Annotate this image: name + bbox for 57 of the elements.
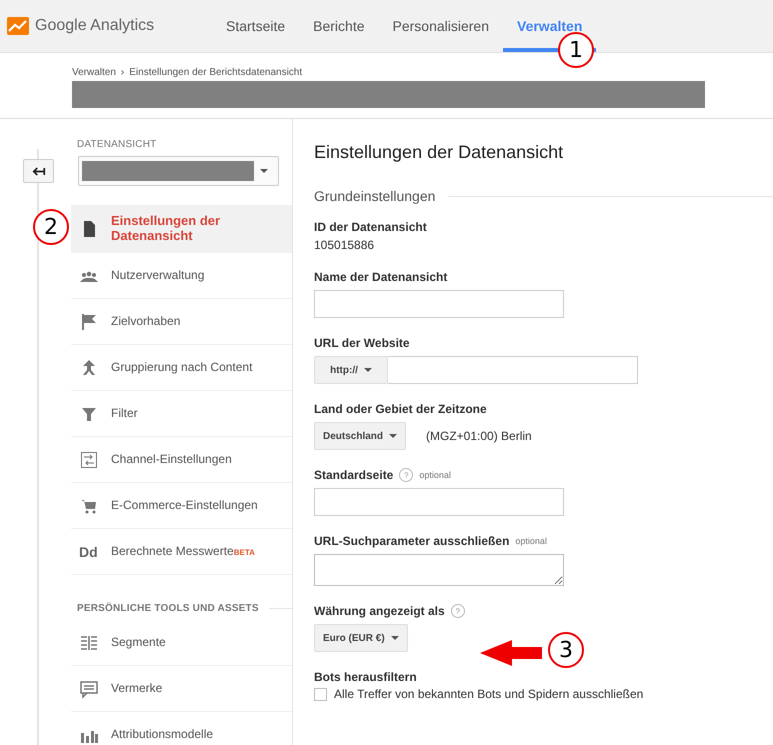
field-label: Land oder Gebiet der Zeitzone [314, 402, 487, 416]
comment-icon [79, 678, 99, 698]
view-dropdown[interactable] [78, 156, 279, 186]
sidebar-item[interactable]: Filter [71, 391, 292, 437]
flag-icon [79, 312, 99, 332]
protocol-dropdown[interactable]: http:// [314, 356, 388, 384]
timezone-text: (MGZ+01:00) Berlin [426, 429, 532, 443]
sidebar-item[interactable]: Nutzerverwaltung [71, 253, 292, 299]
sidebar-item[interactable]: Dd Berechnete MesswerteBETA [71, 529, 292, 575]
annotation-number: 3 [548, 632, 584, 668]
dropdown[interactable]: Euro (EUR €) [314, 624, 408, 652]
field-label: URL-Suchparameter ausschließen [314, 534, 510, 548]
dropdown[interactable]: Deutschland [314, 422, 406, 450]
field-value: 105015886 [314, 238, 376, 252]
caret-icon [390, 636, 399, 640]
caret-icon [260, 169, 268, 173]
breadcrumb-link[interactable]: Einstellungen der Berichtsdatenansicht [129, 67, 302, 78]
nav-tab[interactable]: Berichte [299, 0, 378, 52]
textarea-field[interactable] [314, 554, 564, 586]
sidebar-item[interactable]: Vermerke [71, 666, 292, 712]
field-label: Standardseite [314, 468, 394, 482]
page-title: Einstellungen der Datenansicht [314, 142, 564, 163]
annotation-number: 1 [558, 32, 594, 68]
field-label: Währung angezeigt als [314, 604, 445, 618]
back-arrow-icon [32, 166, 46, 176]
checkbox[interactable] [314, 688, 327, 700]
nav-tab[interactable]: Startseite [212, 0, 300, 52]
field-label: Name der Datenansicht [314, 270, 448, 284]
analytics-logo-icon [7, 17, 29, 35]
sidebar-item[interactable]: E-Commerce-Einstellungen [71, 483, 292, 529]
annotation-number: 2 [33, 209, 69, 245]
caret-icon [389, 434, 398, 438]
field-label: Bots herausfiltern [314, 670, 417, 684]
sidebar-item[interactable]: Segmente [71, 620, 292, 666]
caret-icon [364, 368, 372, 372]
arrows-icon [79, 450, 99, 470]
sidebar-item[interactable]: Channel-Einstellungen [71, 437, 292, 483]
sidebar-item[interactable]: Attributionsmodelle [71, 712, 292, 745]
sidebar-item[interactable]: Zielvorhaben [71, 299, 292, 345]
section-label: DATENANSICHT [76, 139, 158, 150]
app-name: Google Analytics [35, 17, 154, 35]
back-button[interactable] [23, 159, 54, 183]
nav-tab[interactable]: Personalisieren [378, 0, 503, 52]
sidebar-item[interactable]: Gruppierung nach Content [71, 345, 292, 391]
breadcrumb-link[interactable]: Verwalten [72, 67, 116, 78]
sidebar-item[interactable]: Einstellungen der Datenansicht [71, 205, 292, 253]
input-field[interactable] [314, 290, 564, 318]
field-label: URL der Website [314, 336, 410, 350]
url-input[interactable] [388, 356, 638, 384]
input-field[interactable] [314, 488, 564, 516]
section-label: PERSÖNLICHE TOOLS UND ASSETS [76, 603, 259, 614]
checkbox-label: Alle Treffer von bekannten Bots und Spidern ausschließen [334, 687, 644, 701]
optional-hint: optional [419, 470, 451, 480]
optional-hint: optional [515, 536, 547, 546]
breadcrumb-separator: › [120, 67, 124, 78]
section-heading: Grundeinstellungen [314, 188, 436, 204]
field-label: ID der Datenansicht [314, 220, 427, 234]
